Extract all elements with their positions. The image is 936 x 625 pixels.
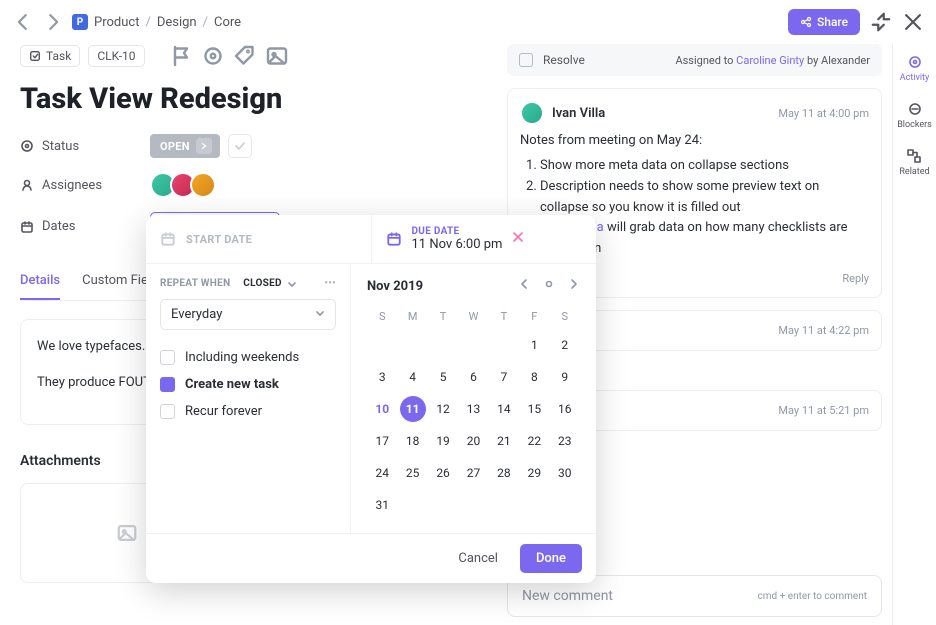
breadcrumb: P Product/ Design/ Core: [72, 14, 241, 30]
rail-activity[interactable]: Activity: [900, 54, 929, 83]
clear-date-icon[interactable]: [512, 231, 524, 247]
task-id-chip[interactable]: CLK-10: [88, 45, 144, 67]
cal-prev-icon[interactable]: [518, 278, 530, 294]
calendar-day[interactable]: 28: [491, 460, 517, 486]
project-icon: P: [72, 14, 88, 30]
repeat-label: REPEAT WHEN CLOSED •••: [160, 278, 336, 289]
dates-label: Dates: [20, 219, 150, 234]
calendar-day[interactable]: 12: [430, 396, 456, 422]
resolve-label: Resolve: [543, 53, 585, 67]
tab-custom-fields[interactable]: Custom Fie: [82, 263, 148, 300]
option-create-new-task[interactable]: Create new task: [160, 371, 336, 398]
date-popover: START DATE DUE DATE 11 Nov 6:00 pm REPEA…: [146, 215, 596, 583]
assignee-avatars[interactable]: [150, 172, 210, 198]
calendar-day[interactable]: 25: [400, 460, 426, 486]
cal-next-icon[interactable]: [568, 278, 580, 294]
assigned-to: Assigned to Caroline Ginty by Alexander: [675, 54, 870, 67]
resolve-bar: Resolve Assigned to Caroline Ginty by Al…: [507, 44, 882, 76]
calendar-day[interactable]: 22: [521, 428, 547, 454]
calendar-day[interactable]: 17: [369, 428, 395, 454]
flag-icon[interactable]: [169, 44, 193, 68]
calendar-day[interactable]: 19: [430, 428, 456, 454]
top-bar: P Product/ Design/ Core Share: [0, 0, 936, 44]
breadcrumb-item[interactable]: Product: [94, 15, 139, 30]
calendar-day[interactable]: 31: [369, 492, 395, 518]
calendar-day[interactable]: 11: [400, 396, 426, 422]
calendar-grid: SMTWTFS123456789101112131415161718192021…: [367, 306, 580, 519]
tag-icon[interactable]: [233, 44, 257, 68]
nav-forward-icon[interactable]: [42, 11, 64, 33]
task-title[interactable]: Task View Redesign: [20, 82, 477, 116]
calendar-day[interactable]: 27: [460, 460, 486, 486]
calendar-day[interactable]: 9: [552, 364, 578, 390]
status-label: Status: [20, 139, 150, 154]
avatar[interactable]: [520, 101, 544, 125]
cal-today-icon[interactable]: [544, 278, 554, 294]
right-rail: Activity Blockers Related: [892, 44, 936, 625]
calendar-day[interactable]: 6: [460, 364, 486, 390]
calendar-day[interactable]: 23: [552, 428, 578, 454]
calendar-day[interactable]: 21: [491, 428, 517, 454]
calendar-day[interactable]: 3: [369, 364, 395, 390]
chevron-down-icon[interactable]: [287, 279, 297, 289]
nav-back-icon[interactable]: [12, 11, 34, 33]
more-icon[interactable]: •••: [324, 278, 336, 289]
comment-author: Ivan Villa: [552, 106, 605, 121]
calendar-day[interactable]: 4: [400, 364, 426, 390]
comment-time: May 11 at 5:21 pm: [778, 404, 869, 417]
comment-body: Notes from meeting on May 24:: [520, 133, 869, 148]
calendar-month: Nov 2019: [367, 279, 423, 294]
calendar-day[interactable]: 13: [460, 396, 486, 422]
image-icon[interactable]: [265, 44, 289, 68]
breadcrumb-item[interactable]: Design: [157, 15, 197, 30]
tab-details[interactable]: Details: [20, 263, 60, 300]
calendar-day[interactable]: 8: [521, 364, 547, 390]
comment-time: May 11 at 4:00 pm: [778, 107, 869, 120]
rail-blockers[interactable]: Blockers: [897, 101, 932, 130]
calendar-day[interactable]: 20: [460, 428, 486, 454]
cancel-button[interactable]: Cancel: [444, 544, 512, 573]
calendar-day[interactable]: 1: [521, 332, 547, 358]
breadcrumb-item[interactable]: Core: [214, 15, 241, 30]
calendar-day[interactable]: 29: [521, 460, 547, 486]
target-icon[interactable]: [201, 44, 225, 68]
share-button[interactable]: Share: [788, 9, 860, 35]
avatar[interactable]: [190, 172, 216, 198]
rail-related[interactable]: Related: [899, 148, 929, 177]
due-date-tab[interactable]: DUE DATE 11 Nov 6:00 pm: [371, 215, 597, 263]
option-weekends[interactable]: Including weekends: [160, 344, 336, 371]
calendar-day[interactable]: 7: [491, 364, 517, 390]
calendar-day[interactable]: 2: [552, 332, 578, 358]
calendar-day[interactable]: 14: [491, 396, 517, 422]
calendar-day[interactable]: 24: [369, 460, 395, 486]
status-pill[interactable]: OPEN: [150, 134, 220, 158]
calendar-day[interactable]: 26: [430, 460, 456, 486]
reply-link[interactable]: Reply: [842, 272, 869, 285]
calendar-day[interactable]: 15: [521, 396, 547, 422]
calendar-day[interactable]: 30: [552, 460, 578, 486]
calendar-day[interactable]: 10: [369, 396, 395, 422]
resolve-checkbox[interactable]: [519, 53, 533, 67]
complete-checkbox[interactable]: [228, 134, 252, 158]
comment-time: May 11 at 4:22 pm: [778, 324, 869, 337]
repeat-select[interactable]: Everyday: [160, 299, 336, 330]
calendar-day[interactable]: 16: [552, 396, 578, 422]
done-button[interactable]: Done: [520, 544, 582, 573]
assignees-label: Assignees: [20, 178, 150, 193]
task-type-chip[interactable]: Task: [20, 45, 80, 67]
option-recur-forever[interactable]: Recur forever: [160, 398, 336, 425]
calendar-day[interactable]: 18: [400, 428, 426, 454]
collapse-icon[interactable]: [870, 11, 892, 33]
keyboard-hint: cmd + enter to comment: [758, 591, 867, 602]
calendar-day[interactable]: 5: [430, 364, 456, 390]
close-icon[interactable]: [902, 11, 924, 33]
start-date-tab[interactable]: START DATE: [146, 215, 371, 263]
